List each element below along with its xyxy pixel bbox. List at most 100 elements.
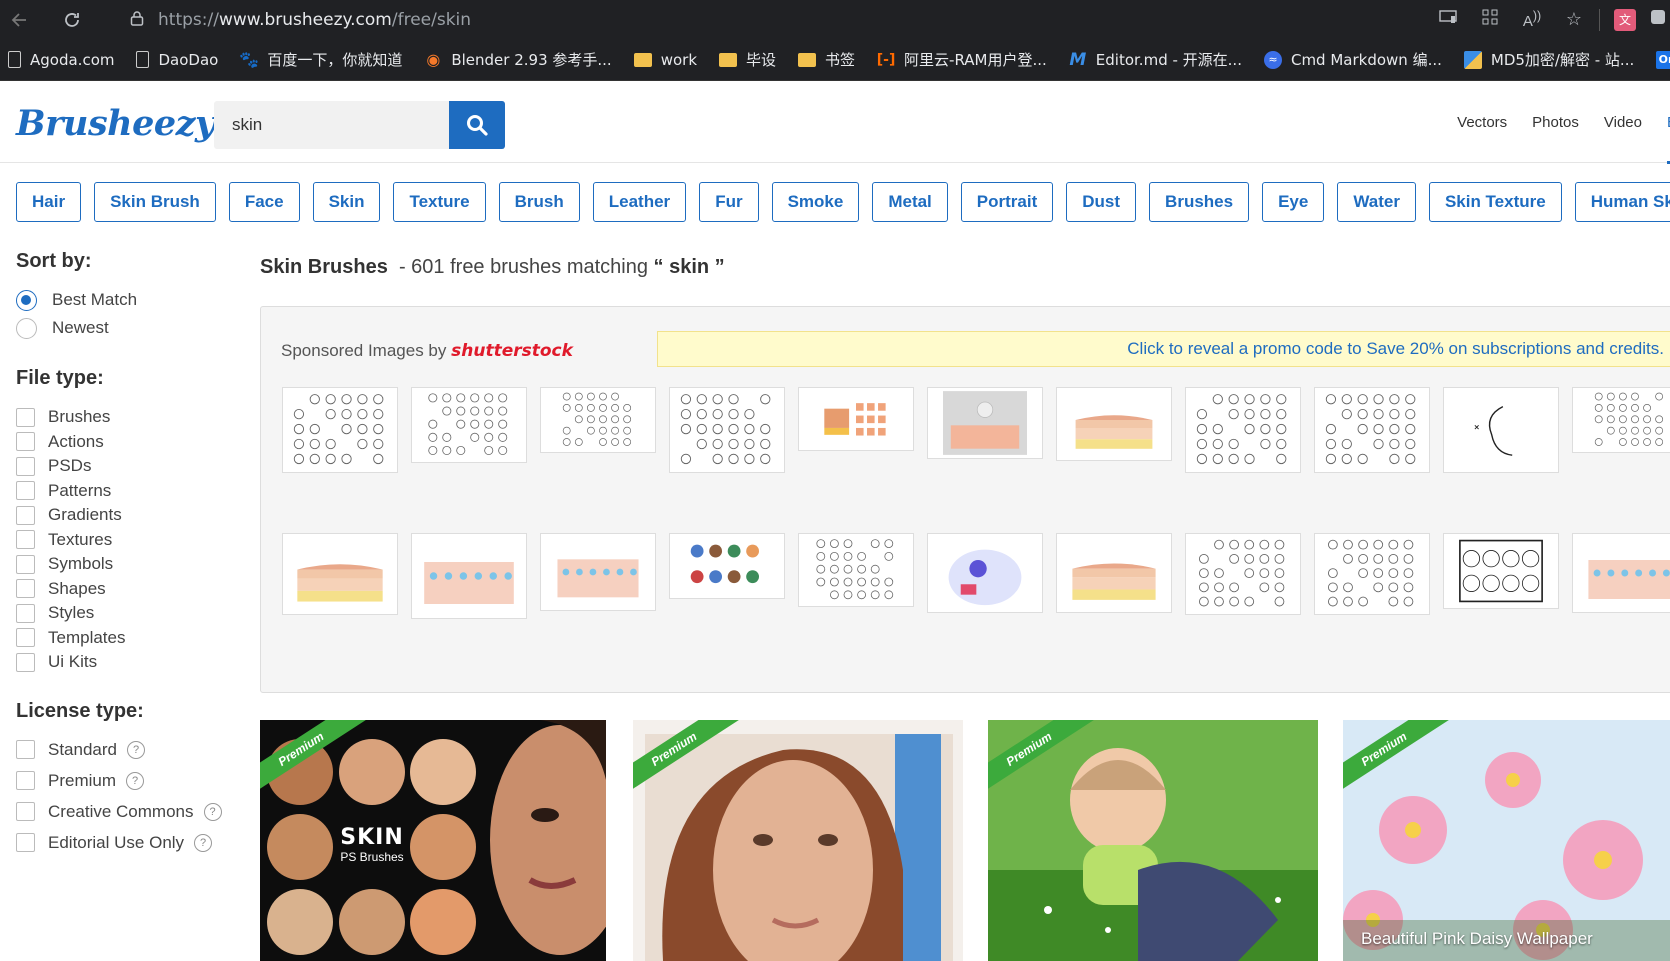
checkbox[interactable] xyxy=(16,771,35,790)
layers-of-skin-thumbnail[interactable] xyxy=(798,387,914,451)
promo-code-banner[interactable]: Click to reveal a promo code to Save 20%… xyxy=(657,331,1670,367)
shutterstock-logo[interactable]: shutterstock xyxy=(451,341,573,361)
bookmark-item[interactable]: OnganLs xyxy=(1656,50,1670,69)
brusheezy-logo[interactable]: Brusheezy xyxy=(16,103,215,144)
bookmark-item[interactable]: DaoDao xyxy=(136,51,218,69)
skin-icons-outline-thumbnail[interactable] xyxy=(1185,533,1301,615)
skin-line-icons-thumbnail[interactable] xyxy=(1185,387,1301,473)
bookmark-item[interactable]: Agoda.com xyxy=(8,51,114,69)
license-option[interactable]: Premium? xyxy=(16,768,246,794)
nav-video[interactable]: Video xyxy=(1604,81,1642,163)
skin-glyph-icons-thumbnail[interactable] xyxy=(1314,387,1430,473)
skin-layers-icons-thumbnail[interactable] xyxy=(411,387,527,463)
favorite-star-icon[interactable]: ☆ xyxy=(1553,9,1595,30)
tag-button[interactable]: Leather xyxy=(592,182,687,222)
result-card[interactable]: SKIN PS Brushes Premium xyxy=(260,720,606,961)
sort-option[interactable]: Newest xyxy=(16,315,246,341)
tag-button[interactable]: Brush xyxy=(498,182,580,222)
skin-types-circles-thumbnail[interactable] xyxy=(1443,533,1559,609)
file-type-option[interactable]: Textures xyxy=(16,527,246,553)
extension-icon[interactable] xyxy=(1646,8,1670,31)
checkbox[interactable] xyxy=(16,432,35,451)
help-icon[interactable]: ? xyxy=(126,771,145,790)
bookmark-item[interactable]: 书签 xyxy=(798,49,855,70)
healthy-skin-diagram-thumbnail[interactable] xyxy=(411,533,527,619)
checkbox[interactable] xyxy=(16,407,35,427)
skin-care-icons-thumbnail[interactable] xyxy=(282,387,398,473)
hyaluronic-acid-thumbnail[interactable] xyxy=(540,533,656,611)
file-type-option[interactable]: PSDs xyxy=(16,453,246,479)
skincare-icon-set-thumbnail[interactable] xyxy=(1572,387,1670,453)
address-bar[interactable]: https://www.brusheezy.com/free/skin xyxy=(118,4,1248,35)
tag-button[interactable]: Smoke xyxy=(771,182,860,222)
bookmark-item[interactable]: [-] 阿里云-RAM用户登... xyxy=(877,49,1047,70)
sort-option[interactable]: Best Match xyxy=(16,287,246,313)
bookmark-item[interactable]: ≈ Cmd Markdown 编... xyxy=(1263,49,1442,70)
skin-layers-diagram-thumbnail[interactable] xyxy=(1056,387,1172,461)
bookmark-item[interactable]: ◉ Blender 2.93 参考手... xyxy=(424,49,611,70)
back-icon[interactable] xyxy=(0,0,40,39)
translate-extension-icon[interactable]: 文 xyxy=(1604,8,1646,31)
result-card[interactable]: Premium xyxy=(633,720,963,961)
tag-button[interactable]: Brushes xyxy=(1149,182,1250,222)
read-aloud-icon[interactable]: A)) xyxy=(1511,9,1553,30)
skin-treatment-icons-thumbnail[interactable] xyxy=(669,387,785,473)
checkbox[interactable] xyxy=(16,833,35,852)
tag-button[interactable]: Texture xyxy=(393,182,486,222)
tag-button[interactable]: Water xyxy=(1337,182,1416,222)
tag-button[interactable]: Portrait xyxy=(960,182,1054,222)
bookmark-item[interactable]: 毕设 xyxy=(719,49,776,70)
checkbox[interactable] xyxy=(16,802,35,821)
checkbox[interactable] xyxy=(16,579,35,598)
help-icon[interactable]: ? xyxy=(194,833,213,852)
file-type-option[interactable]: Ui Kits xyxy=(16,649,246,675)
tag-button[interactable]: Skin xyxy=(312,182,381,222)
bookmark-item[interactable]: MD5加密/解密 - 站... xyxy=(1463,49,1634,70)
checkbox[interactable] xyxy=(16,628,35,647)
skin-problem-icons-thumbnail[interactable] xyxy=(540,387,656,453)
normal-skin-layer-thumbnail[interactable] xyxy=(1056,533,1172,613)
file-type-option[interactable]: Symbols xyxy=(16,551,246,577)
skin-anatomy-thumbnail[interactable] xyxy=(282,533,398,615)
tag-button[interactable]: Skin Brush xyxy=(94,182,216,222)
bookmark-item[interactable]: work xyxy=(633,51,697,69)
license-option[interactable]: Editorial Use Only? xyxy=(16,830,246,856)
radio-button[interactable] xyxy=(16,289,37,311)
tag-button[interactable]: Face xyxy=(228,182,300,222)
file-type-option[interactable]: Gradients xyxy=(16,502,246,528)
tag-button[interactable]: Skin Texture xyxy=(1428,182,1562,222)
checkbox[interactable] xyxy=(16,554,35,574)
license-option[interactable]: Standard? xyxy=(16,737,246,763)
tag-button[interactable]: Dust xyxy=(1066,182,1137,222)
checkbox[interactable] xyxy=(16,456,35,476)
file-type-option[interactable]: Shapes xyxy=(16,576,246,602)
tag-button[interactable]: Metal xyxy=(872,182,948,222)
nav-photos[interactable]: Photos xyxy=(1532,81,1579,163)
result-card[interactable]: Premium xyxy=(988,720,1318,961)
checkbox[interactable] xyxy=(16,603,35,623)
license-option[interactable]: Creative Commons? xyxy=(16,799,246,825)
tag-button[interactable]: Human Skin xyxy=(1574,182,1670,222)
people-skin-care-thumbnail[interactable] xyxy=(669,533,785,599)
help-icon[interactable]: ? xyxy=(203,802,222,821)
file-type-option[interactable]: Brushes xyxy=(16,404,246,430)
tag-button[interactable]: Eye xyxy=(1262,182,1325,222)
apps-icon[interactable] xyxy=(1469,8,1511,31)
checkbox[interactable] xyxy=(16,652,35,672)
refresh-icon[interactable] xyxy=(52,0,92,39)
skin-mechanism-thumbnail[interactable] xyxy=(1572,533,1670,613)
file-type-option[interactable]: Actions xyxy=(16,429,246,455)
file-type-option[interactable]: Patterns xyxy=(16,478,246,504)
radio-button[interactable] xyxy=(16,317,37,339)
result-card[interactable]: Premium Beautiful Pink Daisy Wallpaper xyxy=(1343,720,1670,961)
checkbox[interactable] xyxy=(16,505,35,525)
help-icon[interactable]: ? xyxy=(127,740,145,759)
nav-vectors[interactable]: Vectors xyxy=(1457,81,1507,163)
checkbox[interactable] xyxy=(16,530,35,549)
cast-icon[interactable] xyxy=(1427,9,1469,30)
tag-button[interactable]: Hair xyxy=(16,182,82,222)
checkbox[interactable] xyxy=(16,740,35,759)
search-button[interactable] xyxy=(449,101,505,149)
file-type-option[interactable]: Templates xyxy=(16,625,246,651)
bookmark-item[interactable]: 🐾 百度一下，你就知道 xyxy=(239,49,402,70)
